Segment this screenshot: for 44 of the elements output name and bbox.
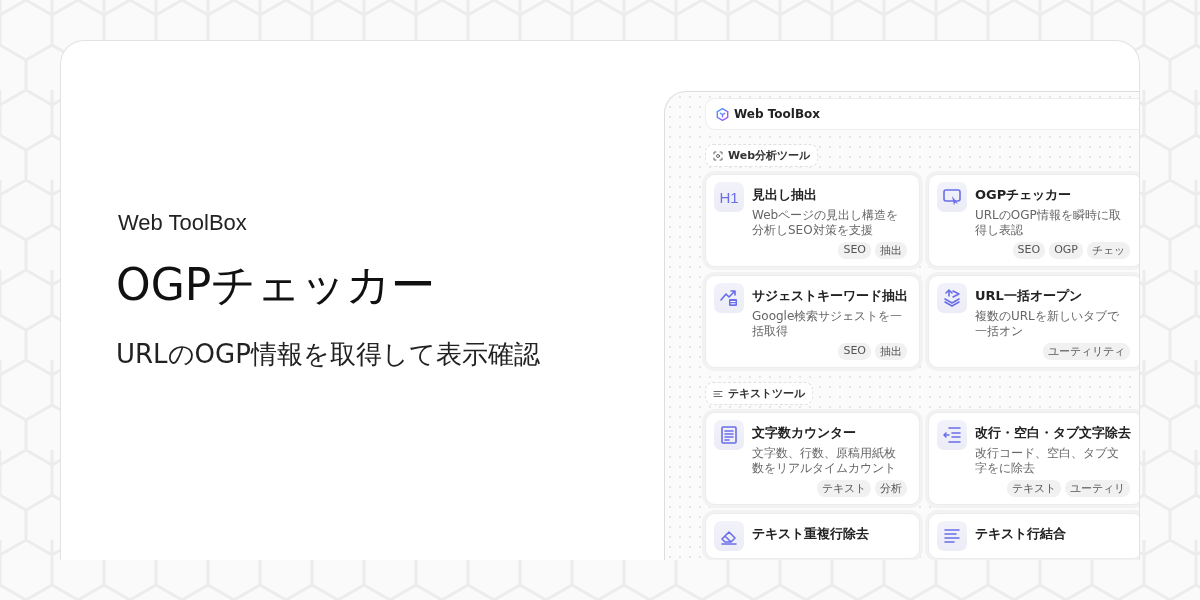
page-subtitle: URLのOGP情報を取得して表示確認 — [116, 337, 541, 371]
tool-tag: ユーティリ — [1065, 480, 1130, 497]
tool-tag: 分析 — [875, 480, 907, 497]
tool-title: OGPチェッカー — [975, 186, 1073, 204]
tool-description: URLのOGP情報を瞬時に取得し表認 — [975, 208, 1122, 238]
section-label-text: Web分析ツール — [728, 148, 811, 163]
text-lines-icon — [713, 388, 723, 399]
tool-tag: SEO — [1012, 242, 1046, 259]
tool-description: Google検索サジェストを一括取得 — [752, 309, 904, 339]
tool-tag: 抽出 — [875, 242, 907, 259]
tool-card[interactable]: テキスト重複行除去 — [705, 513, 920, 559]
heading-icon-text: H1 — [719, 188, 739, 206]
tool-title: テキスト重複行除去 — [752, 525, 870, 543]
tool-tag: チェッ — [1087, 242, 1130, 259]
tool-card[interactable]: テキスト行結合 — [928, 513, 1139, 559]
section-label-text: テキストツール — [728, 386, 805, 401]
tool-card[interactable]: URL一括オープン 複数のURLを新しいタブで一括オン ユーティリティ — [928, 275, 1139, 368]
app-logo-text: Web ToolBox — [734, 107, 821, 121]
tool-tag: SEO — [838, 343, 871, 360]
tool-card[interactable]: サジェストキーワード抽出 Google検索サジェストを一括取得 SEO 抽出 — [705, 275, 920, 368]
tool-tag: OGP — [1049, 242, 1083, 259]
tool-description: 文字数、行数、原稿用紙枚数をリアルタイムカウント — [752, 446, 897, 476]
cube-logo-icon — [716, 107, 729, 121]
tool-title: サジェストキーワード抽出 — [752, 287, 907, 305]
tool-description: 複数のURLを新しいタブで一括オン — [975, 309, 1120, 339]
tool-card[interactable]: 改行・空白・タブ文字除去 改行コード、空白、タブ文字をに除去 テキスト ユーティリ — [928, 412, 1139, 505]
tool-tag: SEO — [838, 242, 871, 259]
tool-tag: テキスト — [817, 480, 871, 497]
tool-tag: ユーティリティ — [1043, 343, 1130, 360]
scan-icon — [713, 150, 723, 161]
brand-name: Web ToolBox — [118, 209, 248, 236]
tool-title: テキスト行結合 — [975, 525, 1067, 543]
tool-tag: テキスト — [1007, 480, 1061, 497]
tool-title: 改行・空白・タブ文字除去 — [975, 424, 1130, 442]
tool-title: 文字数カウンター — [752, 424, 857, 442]
tool-description: 改行コード、空白、タブ文字をに除去 — [975, 446, 1120, 476]
tool-title: 見出し抽出 — [752, 186, 818, 204]
tool-tag: 抽出 — [875, 343, 907, 360]
tool-card[interactable]: 文字数カウンター 文字数、行数、原稿用紙枚数をリアルタイムカウント テキスト 分析 — [705, 412, 920, 505]
page-title: OGPチェッカー — [116, 257, 437, 312]
tool-title: URL一括オープン — [975, 287, 1083, 305]
tool-description: Webページの見出し構造を分析しSEO対策を支援 — [752, 208, 900, 238]
tool-card[interactable]: H1 見出し抽出 Webページの見出し構造を分析しSEO対策を支援 SEO 抽出 — [705, 174, 920, 267]
tool-card[interactable]: OGPチェッカー URLのOGP情報を瞬時に取得し表認 SEO OGP チェッ — [928, 174, 1139, 267]
